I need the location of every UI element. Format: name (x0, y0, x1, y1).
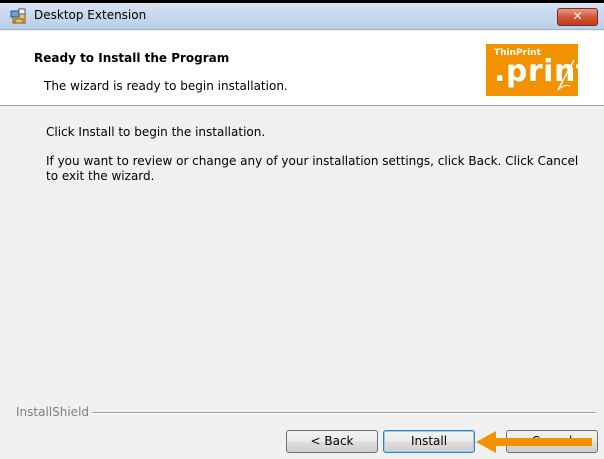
header-banner: Ready to Install the Program The wizard … (0, 31, 604, 106)
settings-text: If you want to review or change any of y… (46, 154, 579, 183)
arrow-left-icon (476, 431, 592, 453)
page-subtitle: The wizard is ready to begin installatio… (44, 79, 288, 93)
title-bar[interactable]: Desktop Extension ✕ (0, 0, 604, 30)
close-icon: ✕ (572, 9, 583, 23)
close-button[interactable]: ✕ (557, 8, 598, 26)
instruction-text: Click Install to begin the installation. (46, 125, 266, 139)
content-area: Click Install to begin the installation.… (0, 107, 604, 407)
page-title: Ready to Install the Program (34, 51, 230, 65)
installer-window: Desktop Extension ✕ Ready to Install the… (0, 0, 604, 459)
thinprint-logo: ThinPrint .print (486, 44, 578, 96)
installshield-label: InstallShield (16, 405, 90, 419)
back-button[interactable]: < Back (286, 430, 378, 453)
installer-icon (10, 8, 26, 24)
install-button[interactable]: Install (383, 430, 475, 453)
logo-swoosh-icon (557, 59, 575, 91)
window-title: Desktop Extension (34, 8, 147, 22)
footer-divider (92, 412, 596, 414)
